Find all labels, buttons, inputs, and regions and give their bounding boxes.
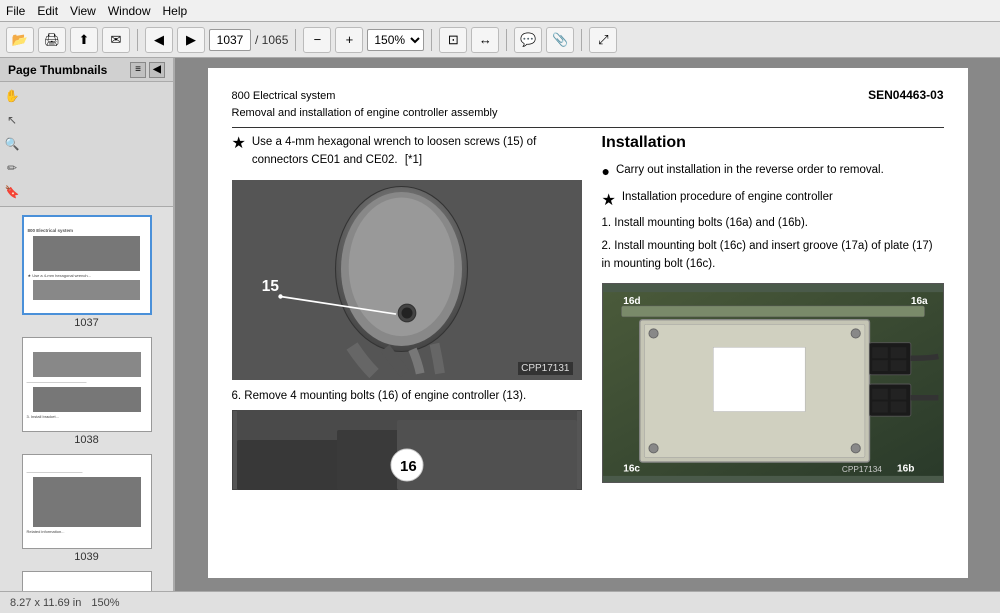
image1-label: CPP17131 <box>518 362 572 375</box>
bottom-zoom-label: 150% <box>91 597 119 609</box>
menu-edit[interactable]: Edit <box>37 4 58 18</box>
panel-header: Page Thumbnails ≡ ◀ <box>0 58 173 82</box>
sep2 <box>295 29 296 51</box>
fit-page-button[interactable]: ⊡ <box>439 27 467 53</box>
document-body: ★ Use a 4-mm hexagonal wrench to loosen … <box>232 134 944 490</box>
document-header: 800 Electrical system Removal and instal… <box>232 88 944 128</box>
svg-text:CPP17134: CPP17134 <box>841 466 881 475</box>
step2-text: 2. Install mounting bolt (16c) and inser… <box>602 238 944 274</box>
page-size-label: 8.27 x 11.69 in <box>10 597 81 609</box>
document-viewer[interactable]: 800 Electrical system Removal and instal… <box>175 58 1000 613</box>
header-line1: 800 Electrical system <box>232 88 498 105</box>
doc-right-column: Installation ● Carry out installation in… <box>602 134 944 490</box>
svg-text:16: 16 <box>400 458 417 475</box>
star-ref: [*1] <box>405 154 422 166</box>
thumbnail-label-1037: 1037 <box>74 317 98 329</box>
connector-image: 15 CPP17131 <box>232 180 582 380</box>
doc-left-column: ★ Use a 4-mm hexagonal wrench to loosen … <box>232 134 582 490</box>
open-file-button[interactable]: 📂 <box>6 27 34 53</box>
panel-collapse-button[interactable]: ◀ <box>149 62 165 78</box>
thumbnail-label-1039: 1039 <box>74 551 98 563</box>
bullet-text: Carry out installation in the reverse or… <box>616 162 884 183</box>
header-left: 800 Electrical system Removal and instal… <box>232 88 498 121</box>
installation-bullet: ● Carry out installation in the reverse … <box>602 162 944 183</box>
sep5 <box>581 29 582 51</box>
sep3 <box>431 29 432 51</box>
star-icon: ★ <box>232 134 246 170</box>
upload-button[interactable]: ⬆ <box>70 27 98 53</box>
bottom-bar: 8.27 x 11.69 in 150% <box>0 591 1000 613</box>
menu-window[interactable]: Window <box>108 4 151 18</box>
menu-help[interactable]: Help <box>163 4 188 18</box>
sep1 <box>137 29 138 51</box>
thumbnail-1039[interactable]: —————————————— Related information... 10… <box>22 454 152 563</box>
panel-title: Page Thumbnails <box>8 63 107 77</box>
nav-forward-button[interactable]: ▶ <box>177 27 205 53</box>
svg-text:16d: 16d <box>623 296 640 307</box>
svg-text:16c: 16c <box>623 464 640 475</box>
header-line2: Removal and installation of engine contr… <box>232 105 498 122</box>
step1-text: 1. Install mounting bolts (16a) and (16b… <box>602 215 808 233</box>
controller-image: 16d 16a 16c 16b CPP17134 <box>602 283 944 483</box>
thumbnail-label-1038: 1038 <box>74 434 98 446</box>
email-button[interactable]: ✉ <box>102 27 130 53</box>
menu-view[interactable]: View <box>70 4 96 18</box>
zoom-select[interactable]: 150% 100% 125% 200% <box>367 29 424 51</box>
bullet-icon: ● <box>602 161 610 183</box>
zoom-out-button[interactable]: − <box>303 27 331 53</box>
comment-button[interactable]: 💬 <box>514 27 542 53</box>
zoom-tool-icon[interactable]: 🔍 <box>4 136 20 152</box>
main-area: Page Thumbnails ≡ ◀ ✋ ↖ 🔍 ✏ 🔖 800 Electr… <box>0 58 1000 613</box>
print-button[interactable]: 🖨 <box>38 27 66 53</box>
thumbnail-1040[interactable]: HYDRAULIC EXCAVATOR FORMULA... Serial nu… <box>22 571 152 593</box>
install-step1: 1. Install mounting bolts (16a) and (16b… <box>602 215 944 233</box>
svg-text:15: 15 <box>261 278 279 295</box>
install-star-icon: ★ <box>602 191 616 210</box>
zoom-in-button[interactable]: + <box>335 27 363 53</box>
bottom-svg: 16 <box>233 410 581 490</box>
svg-text:16b: 16b <box>897 464 914 475</box>
controller-svg: 16d 16a 16c 16b CPP17134 <box>603 284 943 483</box>
thumbnails-container: 800 Electrical system ★ Use a 4-mm hexag… <box>0 207 173 593</box>
toolbar: 📂 🖨 ⬆ ✉ ◀ ▶ / 1065 − + 150% 100% 125% 20… <box>0 22 1000 58</box>
svg-text:16a: 16a <box>910 296 927 307</box>
installation-title: Installation <box>602 134 944 152</box>
star-instruction: ★ Use a 4-mm hexagonal wrench to loosen … <box>232 134 582 170</box>
star-text: Use a 4-mm hexagonal wrench to loosen sc… <box>252 134 582 170</box>
expand-button[interactable]: ⤢ <box>589 27 617 53</box>
stamp-tool-icon[interactable]: 🔖 <box>4 184 20 200</box>
document-page: 800 Electrical system Removal and instal… <box>208 68 968 578</box>
menu-bar: File Edit View Window Help <box>0 0 1000 22</box>
thumbnail-1037[interactable]: 800 Electrical system ★ Use a 4-mm hexag… <box>22 215 152 329</box>
attach-button[interactable]: 📎 <box>546 27 574 53</box>
menu-file[interactable]: File <box>6 4 25 18</box>
page-number-input[interactable] <box>209 29 251 51</box>
connector-svg: 15 <box>233 181 581 379</box>
fit-width-button[interactable]: ↔ <box>471 27 499 53</box>
bottom-image: 16 <box>232 410 582 490</box>
install-star: ★ Installation procedure of engine contr… <box>602 191 944 210</box>
sep4 <box>506 29 507 51</box>
nav-back-button[interactable]: ◀ <box>145 27 173 53</box>
thumbnail-1038[interactable]: ——————————————— 3. Install bracket... 10… <box>22 337 152 446</box>
header-right: SEN04463-03 <box>868 88 943 121</box>
section6-text: 6. Remove 4 mounting bolts (16) of engin… <box>232 390 582 402</box>
hand-tool-icon[interactable]: ✋ <box>4 88 20 104</box>
install-star-text: Installation procedure of engine control… <box>622 191 833 210</box>
install-step2: 2. Install mounting bolt (16c) and inser… <box>602 238 944 274</box>
panel-options-button[interactable]: ≡ <box>130 62 146 78</box>
left-panel: Page Thumbnails ≡ ◀ ✋ ↖ 🔍 ✏ 🔖 800 Electr… <box>0 58 175 613</box>
panel-header-buttons: ≡ ◀ <box>130 62 165 78</box>
select-tool-icon[interactable]: ↖ <box>4 112 20 128</box>
page-total-label: / 1065 <box>255 33 288 47</box>
annotate-tool-icon[interactable]: ✏ <box>4 160 20 176</box>
